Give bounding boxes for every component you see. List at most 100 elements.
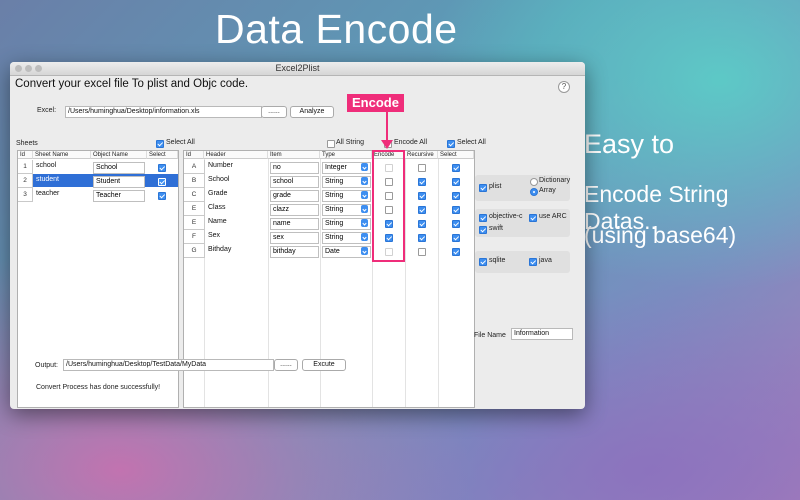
sheets-col-select: Select xyxy=(147,151,178,159)
app-window: Excel2Plist Convert your excel file To p… xyxy=(10,62,585,409)
sheets-col-sheet-name: Sheet Name xyxy=(33,151,91,159)
type-dropdown-arrow-icon[interactable] xyxy=(361,205,368,213)
header-row-id: C xyxy=(184,188,205,202)
plist-checkbox[interactable] xyxy=(479,184,487,192)
item-field[interactable]: bithday xyxy=(270,246,319,258)
header-row-id: E xyxy=(184,202,205,216)
output-browse-button[interactable]: ...... xyxy=(274,359,298,371)
recursive-checkbox[interactable] xyxy=(418,164,426,172)
analyze-button[interactable]: Analyze xyxy=(290,106,334,118)
excel-path-field[interactable]: /Users/huminghua/Desktop/information.xls xyxy=(65,106,262,118)
item-field[interactable]: clazz xyxy=(270,204,319,216)
header-row-id: B xyxy=(184,174,205,188)
type-dropdown-arrow-icon[interactable] xyxy=(361,233,368,241)
header-select-checkbox[interactable] xyxy=(452,234,460,242)
status-message: Convert Process has done successfully! xyxy=(36,384,161,391)
header-select-checkbox[interactable] xyxy=(452,220,460,228)
header-name-cell: Bithday xyxy=(208,246,232,253)
file-name-field[interactable]: Information xyxy=(511,328,573,340)
help-button[interactable]: ? xyxy=(558,81,570,93)
swift-label: swift xyxy=(489,225,503,232)
recursive-checkbox[interactable] xyxy=(418,192,426,200)
window-title: Excel2Plist xyxy=(275,63,320,73)
headers-select-all-label: Select All xyxy=(457,139,486,146)
sqlite-label: sqlite xyxy=(489,257,506,264)
all-string-label: All String xyxy=(336,139,365,146)
dictionary-label: Dictionary xyxy=(539,177,571,184)
column-divider xyxy=(405,159,406,407)
item-field[interactable]: school xyxy=(270,176,319,188)
sheet-name-cell[interactable]: school xyxy=(36,161,56,171)
type-dropdown-arrow-icon[interactable] xyxy=(361,163,368,171)
all-string-checkbox[interactable] xyxy=(327,140,335,148)
sheet-row-id: 2 xyxy=(18,174,33,188)
objective-c-label: objective-c xyxy=(489,213,523,220)
header-select-checkbox[interactable] xyxy=(452,164,460,172)
output-label: Output: xyxy=(35,362,58,369)
array-radio[interactable] xyxy=(530,188,538,196)
header-name-cell: Sex xyxy=(208,232,221,239)
type-dropdown-arrow-icon[interactable] xyxy=(361,177,368,185)
object-name-field[interactable]: School xyxy=(93,162,145,174)
sheets-col-object-name: Object Name xyxy=(91,151,147,159)
header-row-id: F xyxy=(184,230,205,244)
objective-c-checkbox[interactable] xyxy=(479,214,487,222)
header-row-id: E xyxy=(184,216,205,230)
header-row-id: G xyxy=(184,244,205,258)
header-select-checkbox[interactable] xyxy=(452,178,460,186)
file-name-label: File Name xyxy=(474,332,506,339)
database-options-group: sqlite java xyxy=(475,251,570,273)
sheet-select-checkbox[interactable] xyxy=(158,164,166,172)
item-field[interactable]: no xyxy=(270,162,319,174)
header-name-cell: School xyxy=(208,176,230,183)
output-path-field[interactable]: /Users/huminghua/Desktop/TestData/MyData xyxy=(63,359,274,371)
header-select-checkbox[interactable] xyxy=(452,248,460,256)
side-text-line-3: (using base64) xyxy=(584,222,737,248)
sheets-label: Sheets xyxy=(16,140,38,147)
headers-col-header: Header xyxy=(204,151,268,159)
recursive-checkbox[interactable] xyxy=(418,248,426,256)
use-arc-checkbox[interactable] xyxy=(529,214,537,222)
recursive-checkbox[interactable] xyxy=(418,206,426,214)
header-name-cell: Name xyxy=(208,218,227,225)
headers-col-id: Id xyxy=(184,151,204,159)
type-dropdown-arrow-icon[interactable] xyxy=(361,219,368,227)
excel-label: Excel: xyxy=(37,107,57,114)
item-field[interactable]: sex xyxy=(270,232,319,244)
recursive-checkbox[interactable] xyxy=(418,234,426,242)
encode-all-label: Encode All xyxy=(394,139,428,146)
headers-col-select: Select xyxy=(438,151,474,159)
swift-checkbox[interactable] xyxy=(479,226,487,234)
header-row-id: A xyxy=(184,160,205,174)
headers-select-all-checkbox[interactable] xyxy=(447,140,455,148)
sheet-select-checkbox[interactable] xyxy=(158,192,166,200)
excute-button[interactable]: Excute xyxy=(302,359,346,371)
sheet-row-id: 1 xyxy=(18,160,33,174)
item-field[interactable]: grade xyxy=(270,190,319,202)
java-label: java xyxy=(539,257,552,264)
header-name-cell: Number xyxy=(208,162,233,169)
sheet-row-id: 3 xyxy=(18,188,33,202)
headers-col-item: Item xyxy=(268,151,320,159)
header-select-checkbox[interactable] xyxy=(452,206,460,214)
headers-col-recursive: Recursive xyxy=(405,151,438,159)
encode-column-highlight xyxy=(372,150,405,262)
item-field[interactable]: name xyxy=(270,218,319,230)
sheet-name-cell[interactable]: student xyxy=(36,175,59,185)
header-select-checkbox[interactable] xyxy=(452,192,460,200)
sqlite-checkbox[interactable] xyxy=(479,258,487,266)
sheets-select-all-checkbox[interactable] xyxy=(156,140,164,148)
java-checkbox[interactable] xyxy=(529,258,537,266)
object-name-field[interactable]: Student xyxy=(93,176,145,188)
recursive-checkbox[interactable] xyxy=(418,178,426,186)
dictionary-radio[interactable] xyxy=(530,178,538,186)
excel-browse-button[interactable]: ...... xyxy=(261,106,287,118)
type-dropdown-arrow-icon[interactable] xyxy=(361,247,368,255)
sheet-name-cell[interactable]: teacher xyxy=(36,189,59,199)
callout-arrow-icon xyxy=(381,140,393,149)
object-name-field[interactable]: Teacher xyxy=(93,190,145,202)
sheet-select-checkbox[interactable] xyxy=(158,178,166,186)
type-dropdown-arrow-icon[interactable] xyxy=(361,191,368,199)
recursive-checkbox[interactable] xyxy=(418,220,426,228)
title-bar: Excel2Plist xyxy=(10,62,585,76)
